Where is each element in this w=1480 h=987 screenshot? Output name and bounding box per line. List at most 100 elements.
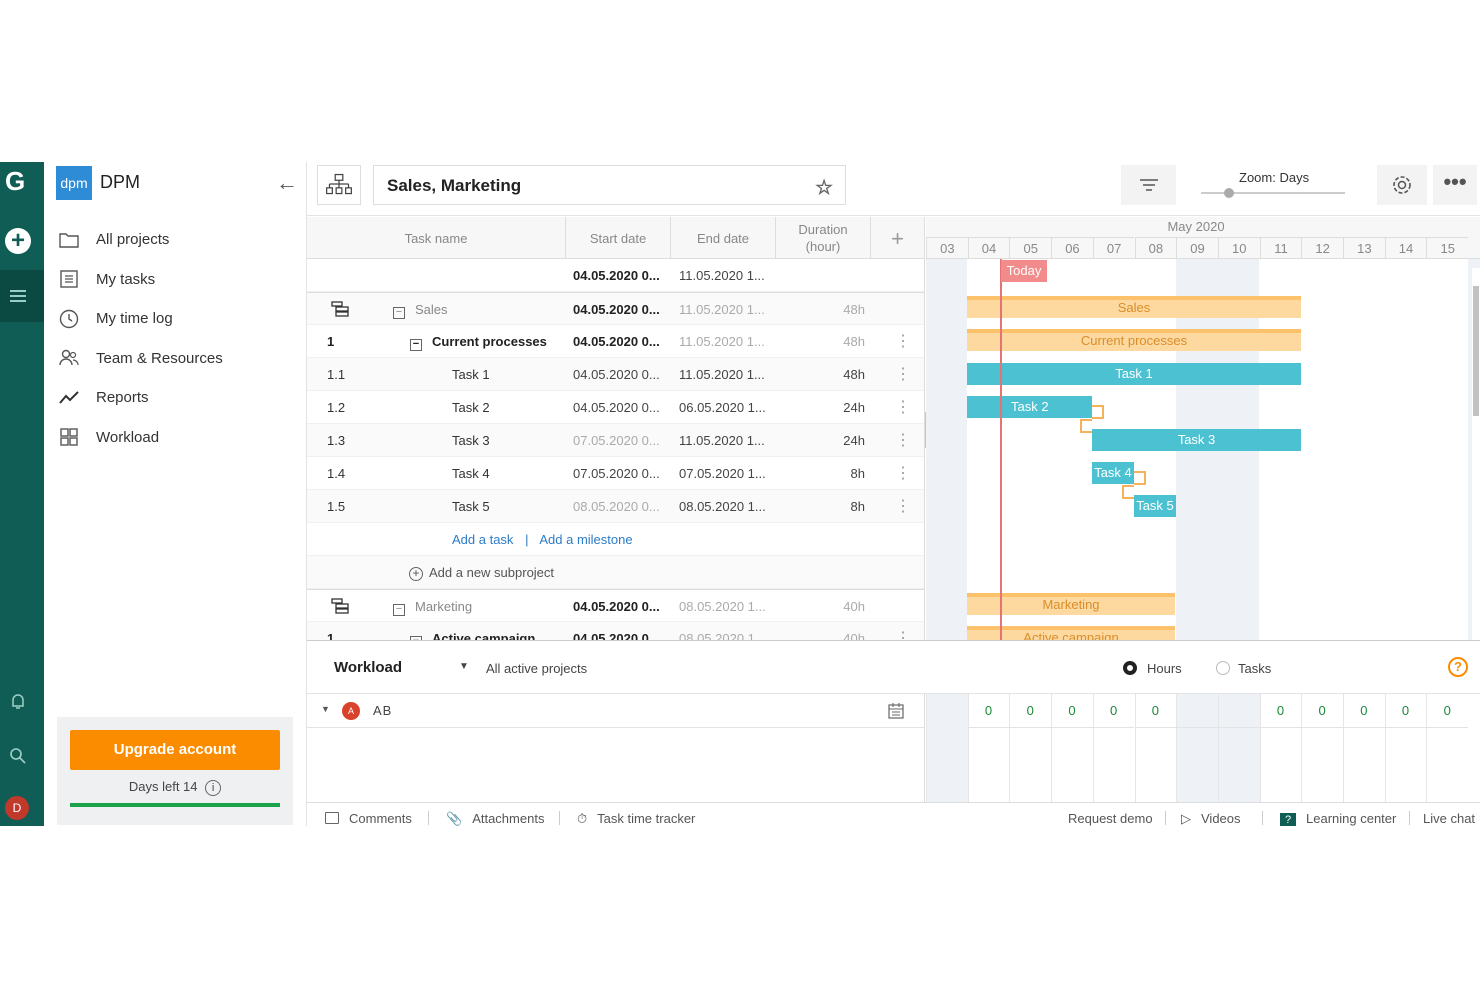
gantt-bar-marketing[interactable]: Marketing — [967, 593, 1175, 615]
divider — [428, 811, 429, 825]
bell-icon[interactable] — [8, 692, 28, 712]
filter-button[interactable] — [1121, 165, 1176, 205]
structure-view-button[interactable] — [317, 165, 361, 205]
help-icon[interactable]: ? — [1448, 657, 1468, 677]
star-icon[interactable]: ☆ — [815, 175, 833, 200]
scrollbar-thumb[interactable] — [1473, 286, 1479, 416]
gantt-bar-sales[interactable]: Sales — [967, 296, 1301, 318]
sidebar-item-all-projects[interactable]: All projects — [58, 220, 298, 260]
gantt-day-header: 11 — [1259, 237, 1302, 259]
duration-cell: 40h — [843, 631, 865, 640]
task-name[interactable]: Task 2 — [452, 391, 490, 424]
row-menu-icon[interactable]: ⋮ — [895, 424, 911, 457]
table-row[interactable]: 1 −Active campaign 04.05.2020 0... 08.05… — [307, 622, 924, 640]
divider — [1409, 811, 1410, 825]
gantt-day-header: 07 — [1092, 237, 1135, 259]
add-subproject-label: Add a new subproject — [429, 565, 555, 580]
sidebar-item-workload[interactable]: Workload — [58, 418, 298, 458]
column-duration[interactable]: Duration (hour) — [776, 217, 871, 259]
menu-button[interactable] — [0, 270, 44, 322]
hours-radio[interactable] — [1123, 661, 1137, 675]
days-left-text: Days left 14 — [128, 779, 198, 794]
gantt-day-header: 06 — [1051, 237, 1093, 259]
collapse-sidebar-icon[interactable]: ← — [276, 170, 298, 196]
add-task-link[interactable]: Add a task — [452, 532, 513, 547]
zoom-slider-handle[interactable] — [1224, 188, 1234, 198]
gantt-bar-active-campaign[interactable]: Active campaign — [967, 626, 1175, 640]
workload-resource-row[interactable]: ▼ A AB — [307, 694, 925, 728]
row-menu-icon[interactable]: ⋮ — [895, 622, 911, 640]
row-menu-icon[interactable]: ⋮ — [895, 325, 911, 358]
gantt-day-header: 08 — [1134, 237, 1177, 259]
settings-button[interactable] — [1377, 165, 1427, 205]
gantt-bar-task-2[interactable]: Task 2 — [967, 396, 1092, 418]
project-title-field[interactable]: Sales, Marketing ☆ — [373, 165, 846, 205]
expand-caret-icon[interactable]: ▼ — [321, 704, 330, 714]
table-row[interactable]: 1.4 Task 4 07.05.2020 0... 07.05.2020 1.… — [307, 457, 924, 490]
gantt-bar-current-processes[interactable]: Current processes — [967, 329, 1301, 351]
collapse-toggle[interactable]: − — [393, 604, 405, 616]
task-name[interactable]: Task 3 — [452, 424, 490, 457]
row-menu-icon[interactable]: ⋮ — [895, 457, 911, 490]
column-task-name[interactable]: Task name — [307, 217, 566, 259]
divider — [559, 811, 560, 825]
attachments-tab[interactable]: 📎 Attachments — [446, 811, 544, 826]
table-row[interactable]: 1.1 Task 1 04.05.2020 0... 11.05.2020 1.… — [307, 358, 924, 391]
user-avatar[interactable]: D — [5, 796, 29, 820]
table-row[interactable]: 1.5 Task 5 08.05.2020 0... 08.05.2020 1.… — [307, 490, 924, 523]
workload-hours-value: 0 — [1259, 694, 1302, 728]
tasks-radio[interactable] — [1216, 661, 1230, 675]
time-tracker-tab[interactable]: ⏱ Task time tracker — [577, 811, 695, 826]
calendar-icon[interactable] — [887, 702, 905, 720]
sidebar-item-my-time-log[interactable]: My time log — [58, 299, 298, 339]
search-icon[interactable] — [8, 746, 28, 766]
sidebar-item-my-tasks[interactable]: My tasks — [58, 260, 298, 300]
upgrade-account-button[interactable]: Upgrade account — [70, 730, 280, 770]
vertical-scrollbar[interactable] — [1472, 268, 1480, 640]
table-row[interactable]: − Sales 04.05.2020 0... 11.05.2020 1... 4… — [307, 292, 924, 325]
workload-scope-select[interactable]: All active projects — [486, 661, 587, 676]
task-name[interactable]: Task 5 — [452, 490, 490, 523]
end-date-cell: 06.05.2020 1... — [679, 400, 766, 415]
end-date-cell: 07.05.2020 1... — [679, 466, 766, 481]
column-end-date[interactable]: End date — [671, 217, 776, 259]
gantt-bar-task-3[interactable]: Task 3 — [1092, 429, 1301, 451]
app-window: G + D dpm DPM ← All projects My tasks My… — [0, 162, 1480, 826]
row-menu-icon[interactable]: ⋮ — [895, 391, 911, 424]
learning-center-link[interactable]: ? Learning center — [1280, 811, 1396, 826]
end-date-cell: 08.05.2020 1... — [679, 599, 766, 614]
column-start-date[interactable]: Start date — [566, 217, 671, 259]
sidebar-item-team-resources[interactable]: Team & Resources — [58, 339, 298, 379]
create-button[interactable]: + — [5, 228, 31, 254]
task-name[interactable]: Task 1 — [452, 358, 490, 391]
live-chat-link[interactable]: Live chat — [1423, 811, 1475, 826]
footer-bar: Comments 📎 Attachments ⏱ Task time tracker… — [307, 802, 1480, 826]
add-milestone-link[interactable]: Add a milestone — [539, 532, 632, 547]
table-row[interactable]: 1 − Current processes 04.05.2020 0... 11.… — [307, 325, 924, 358]
more-options-button[interactable]: ••• — [1433, 165, 1477, 205]
info-icon[interactable]: i — [205, 780, 222, 796]
gantt-bar-task-4[interactable]: Task 4 — [1092, 462, 1134, 484]
add-links: Add a task | Add a milestone — [452, 532, 633, 547]
table-row[interactable]: 1.2 Task 2 04.05.2020 0... 06.05.2020 1.… — [307, 391, 924, 424]
comments-tab[interactable]: Comments — [325, 811, 412, 826]
sidebar-item-reports[interactable]: Reports — [58, 378, 298, 418]
row-menu-icon[interactable]: ⋮ — [895, 490, 911, 523]
task-name[interactable]: Task 4 — [452, 457, 490, 490]
add-column-button[interactable]: + — [871, 217, 925, 259]
videos-link[interactable]: ▷ Videos — [1181, 811, 1241, 826]
row-menu-icon[interactable]: ⋮ — [895, 358, 911, 391]
collapse-toggle[interactable]: − — [410, 339, 422, 351]
collapse-toggle[interactable]: − — [393, 307, 405, 319]
trial-progress-fill — [70, 803, 280, 807]
add-subproject-button[interactable]: + Add a new subproject — [409, 556, 554, 589]
gantt-bar-task-5[interactable]: Task 5 — [1134, 495, 1176, 517]
request-demo-link[interactable]: Request demo — [1068, 811, 1153, 826]
zoom-slider[interactable] — [1201, 192, 1345, 194]
chevron-down-icon[interactable]: ▼ — [459, 661, 469, 672]
main-area: Sales, Marketing ☆ Zoom: Days ••• Task n… — [307, 162, 1480, 826]
table-row[interactable]: 1.3 Task 3 07.05.2020 0... 11.05.2020 1.… — [307, 424, 924, 457]
project-icon — [331, 301, 349, 317]
table-row[interactable]: − Marketing 04.05.2020 0... 08.05.2020 1.… — [307, 589, 924, 622]
gantt-bar-task-1[interactable]: Task 1 — [967, 363, 1301, 385]
